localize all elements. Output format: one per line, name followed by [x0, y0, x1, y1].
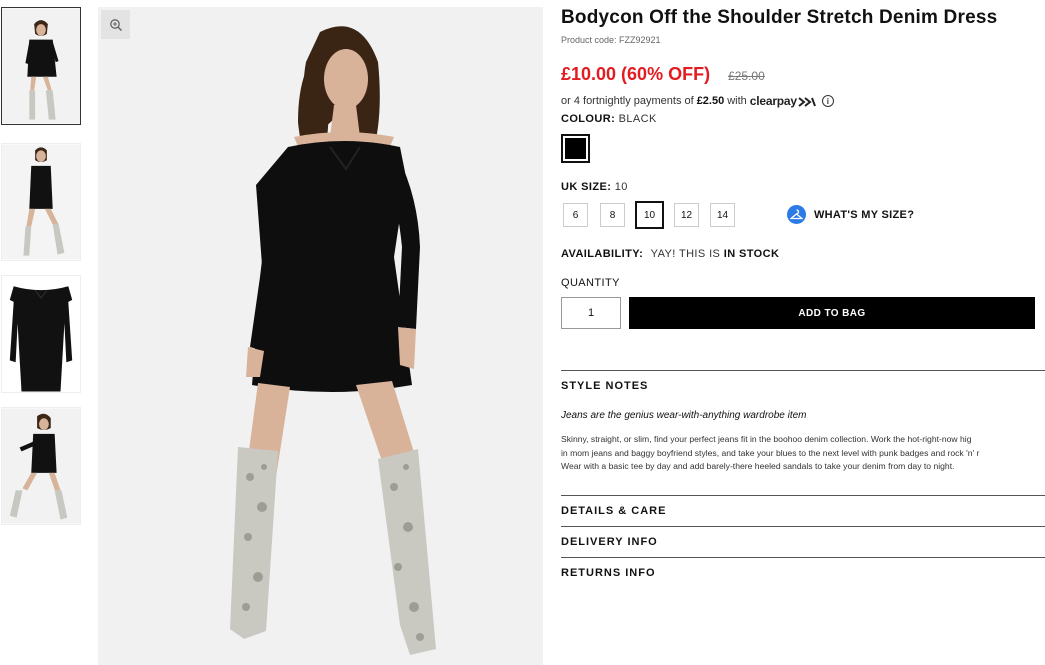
info-icon[interactable]: i: [821, 95, 834, 107]
size-label: UK SIZE:: [561, 181, 612, 193]
delivery-info-heading[interactable]: DELIVERY INFO: [561, 536, 658, 548]
payments-prefix: or 4 fortnightly payments of: [561, 95, 694, 107]
whats-my-size-link[interactable]: WHAT'S MY SIZE?: [787, 205, 914, 224]
divider: [561, 370, 1045, 371]
returns-info-heading[interactable]: RETURNS INFO: [561, 567, 656, 579]
style-notes-line: Wear with a basic tee by day and add bar…: [561, 461, 955, 471]
availability-text: YAY! THIS IS: [650, 248, 721, 260]
style-notes-body: Skinny, straight, or slim, find your per…: [561, 433, 1045, 474]
clearpay-logo: clearpay: [750, 94, 816, 108]
size-row: UK SIZE: 10: [561, 181, 628, 193]
size-option-12[interactable]: 12: [674, 203, 699, 227]
style-notes-heading[interactable]: STYLE NOTES: [561, 380, 648, 392]
original-price: £25.00: [728, 69, 765, 83]
size-option-6[interactable]: 6: [563, 203, 588, 227]
zoom-icon[interactable]: [101, 10, 130, 39]
style-notes-line: in mom jeans and baggy boyfriend styles,…: [561, 447, 980, 458]
colour-row: COLOUR: BLACK: [561, 113, 657, 125]
size-option-8[interactable]: 8: [600, 203, 625, 227]
hanger-icon: [787, 205, 806, 224]
product-code: Product code: FZZ92921: [561, 35, 661, 45]
clearpay-arrows-icon: [798, 97, 816, 107]
main-product-image[interactable]: [98, 7, 543, 665]
style-notes-line: Skinny, straight, or slim, find your per…: [561, 434, 972, 444]
whats-my-size-label: WHAT'S MY SIZE?: [814, 208, 915, 221]
style-notes-lead: Jeans are the genius wear-with-anything …: [561, 410, 807, 421]
thumbnail-4[interactable]: [1, 407, 81, 525]
size-option-10[interactable]: 10: [635, 201, 664, 229]
payments-with: with: [727, 95, 747, 107]
product-title: Bodycon Off the Shoulder Stretch Denim D…: [561, 7, 998, 28]
divider: [561, 495, 1045, 496]
clearpay-info: or 4 fortnightly payments of £2.50 with …: [561, 94, 834, 108]
size-option-14[interactable]: 14: [710, 203, 735, 227]
size-value: 10: [614, 181, 628, 193]
divider: [561, 557, 1045, 558]
sale-price: £10.00 (60% OFF): [561, 64, 711, 84]
quantity-row: QUANTITY: [561, 277, 620, 289]
availability-row: AVAILABILITY: YAY! THIS IS IN STOCK: [561, 248, 779, 260]
thumbnail-1[interactable]: [1, 7, 81, 125]
colour-label: COLOUR:: [561, 113, 616, 125]
quantity-label: QUANTITY: [561, 277, 620, 289]
thumbnail-3[interactable]: [1, 275, 81, 393]
quantity-input[interactable]: 1: [561, 297, 621, 329]
availability-status: IN STOCK: [723, 248, 780, 260]
payments-amount: £2.50: [696, 95, 725, 107]
colour-swatch-black[interactable]: [561, 134, 590, 163]
colour-value: BLACK: [618, 113, 657, 125]
divider: [561, 526, 1045, 527]
availability-label: AVAILABILITY:: [561, 248, 644, 260]
add-to-bag-button[interactable]: ADD TO BAG: [629, 297, 1035, 329]
details-care-heading[interactable]: DETAILS & CARE: [561, 505, 666, 517]
thumbnail-2[interactable]: [1, 143, 81, 261]
price-row: £10.00 (60% OFF) £25.00: [561, 64, 765, 85]
clearpay-wordmark: clearpay: [749, 94, 797, 108]
